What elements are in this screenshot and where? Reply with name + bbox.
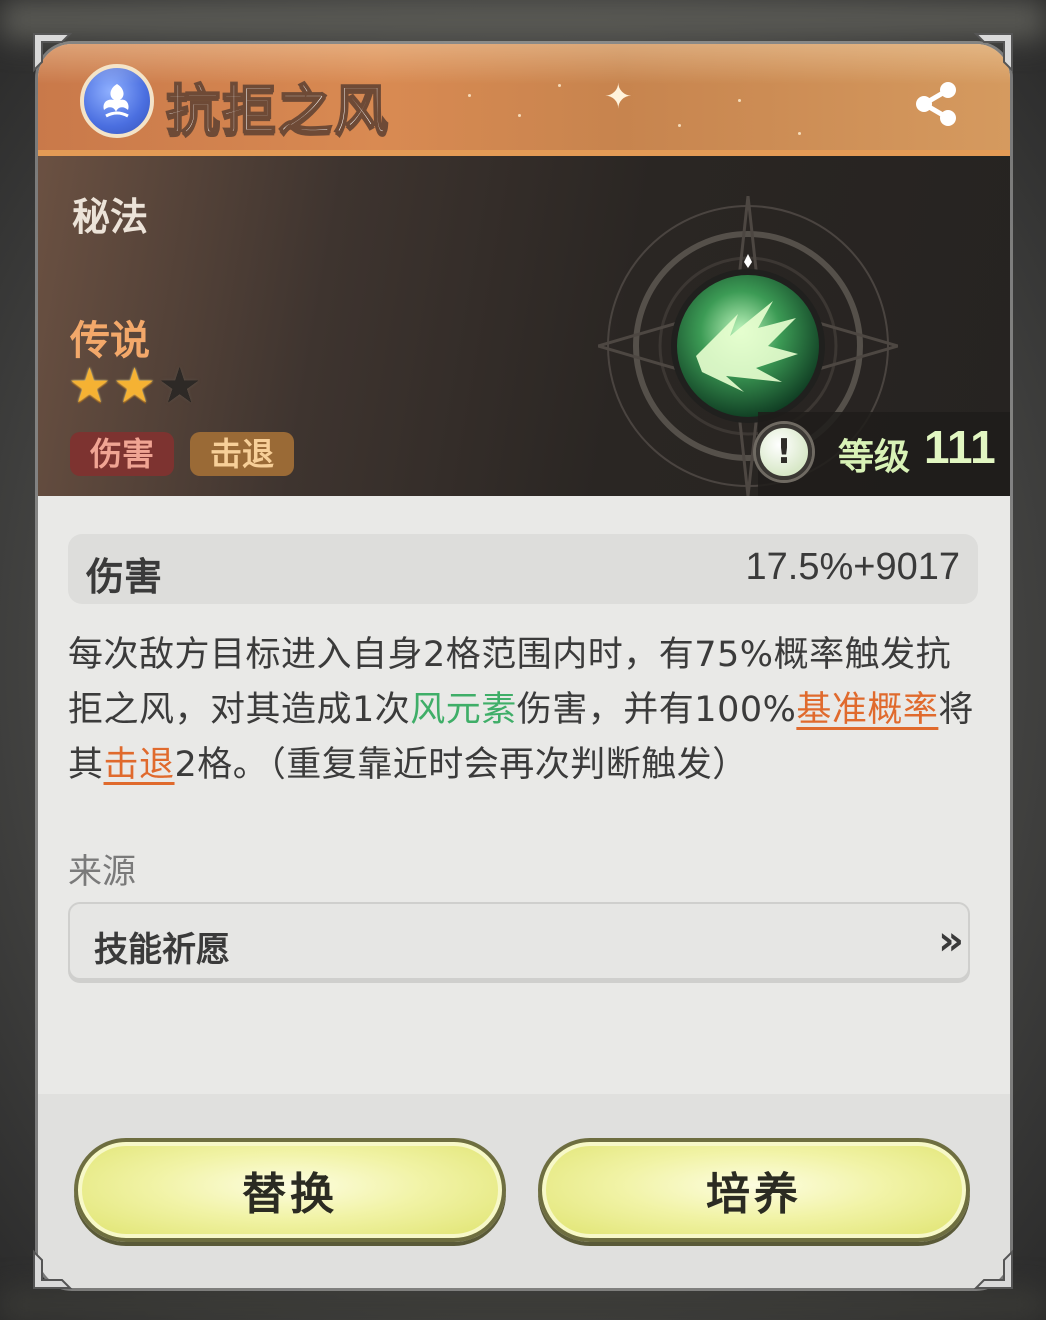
share-icon[interactable] [910,78,962,130]
sparkle-dot [468,94,471,97]
tag-knockback: 击退 [190,432,295,476]
frame-corner-icon [973,33,1013,73]
tag-damage: 伤害 [70,432,175,476]
skill-hero-panel: 秘法 传说 ★ ★ ★ 伤害 击退 ! 等级 111 [38,156,1010,496]
backdrop-bottom [0,1290,1046,1320]
double-chevron-right-icon: » [938,918,964,964]
level-label: 等级 [838,437,911,478]
base-probability-link[interactable]: 基准概率 [796,690,938,730]
frame-corner-icon [973,1249,1013,1289]
star-rating: ★ ★ ★ [68,362,201,410]
backdrop-top [0,0,1046,40]
skill-description: 每次敌方目标进入自身2格范围内时，有75%概率触发抗拒之风，对其造成1次风元素伤… [68,628,980,793]
replace-button[interactable]: 替换 [74,1138,506,1242]
wind-element-keyword: 风元素 [410,690,517,730]
card-header: ✦ 抗拒之风 [38,44,1010,156]
exclamation-icon[interactable]: ! [756,424,812,480]
stat-label: 伤害 [86,555,163,599]
desc-text: 2格。（重复靠近时会再次判断触发） [174,745,748,785]
source-label: 来源 [68,852,136,892]
cultivate-button[interactable]: 培养 [538,1138,970,1242]
star-filled-icon: ★ [113,358,157,414]
knockback-link[interactable]: 击退 [104,745,175,785]
frame-corner-icon [33,1249,73,1289]
sparkle-dot [738,99,741,102]
sparkle-dot [558,84,561,87]
sparkle-dot [678,124,681,127]
frame-corner-icon [33,33,73,73]
source-item-label: 技能祈愿 [94,930,230,970]
source-item-skill-wish[interactable]: 技能祈愿 » [68,902,970,980]
sparkle-icon: ✦ [604,77,633,117]
star-empty-icon: ★ [158,358,202,414]
sparkle-dot [518,114,521,117]
damage-stat-row: 伤害 17.5%+9017 [68,534,978,604]
desc-text: 伤害，并有100% [516,690,797,730]
skill-detail-card: ✦ 抗拒之风 秘法 传说 ★ ★ ★ 伤害 击退 ! 等级 111 伤害 17.… [38,44,1010,1288]
sparkle-dot [798,132,801,135]
skill-tags: 伤害 击退 [70,432,295,476]
skill-category: 秘法 [72,195,149,239]
wind-swirl-icon [80,64,154,138]
star-filled-icon: ★ [68,358,112,414]
skill-title: 抗拒之风 [165,78,390,143]
level-value: 111 [924,421,996,473]
stat-value: 17.5%+9017 [745,546,960,588]
